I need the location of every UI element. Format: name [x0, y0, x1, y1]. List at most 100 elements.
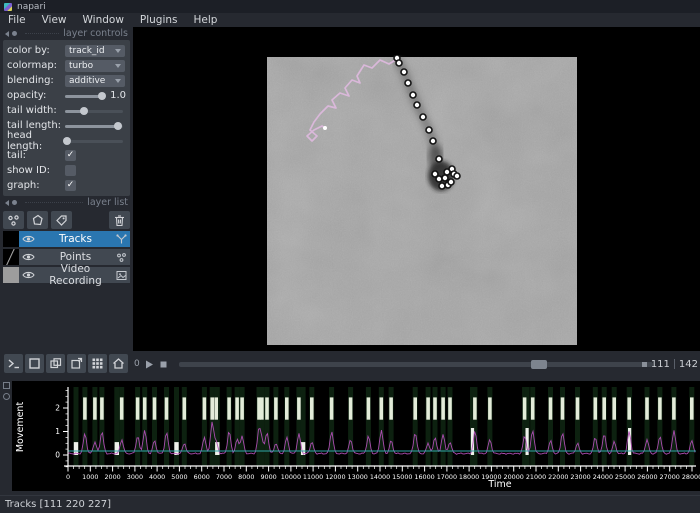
layer-visibility-eye-icon[interactable]	[22, 252, 35, 262]
layer-name: Tracks	[35, 233, 116, 245]
chevron-down-icon	[115, 49, 121, 53]
svg-text:18000: 18000	[459, 473, 479, 481]
ndisplay-2d3d-button[interactable]	[25, 354, 44, 373]
blending-label: blending:	[7, 75, 65, 86]
svg-text:14000: 14000	[370, 473, 390, 481]
napari-logo-icon	[4, 3, 12, 11]
svg-text:28000: 28000	[682, 473, 700, 481]
svg-text:7000: 7000	[216, 473, 232, 481]
frame-counter: 111 142	[642, 351, 698, 377]
colormap-label: colormap:	[7, 60, 65, 71]
layer-visibility-eye-icon[interactable]	[22, 270, 35, 280]
tail-length-slider[interactable]	[65, 121, 123, 131]
roll-dimensions-button[interactable]	[46, 354, 65, 373]
head-length-slider[interactable]	[65, 136, 123, 146]
color-by-dropdown[interactable]: track_id	[65, 45, 125, 57]
status-text: Tracks [111 220 227]	[5, 499, 111, 510]
frame-slider[interactable]	[179, 358, 653, 370]
graph-checkbox[interactable]: ✓	[65, 180, 76, 191]
layer-thumbnail	[3, 267, 19, 283]
opacity-value: 1.0	[110, 90, 126, 101]
new-shapes-layer-button[interactable]	[27, 211, 48, 229]
delete-layer-button[interactable]	[109, 211, 130, 229]
svg-text:21000: 21000	[526, 473, 546, 481]
svg-text:24000: 24000	[593, 473, 613, 481]
show-id-checkbox[interactable]	[65, 165, 76, 176]
svg-text:17000: 17000	[437, 473, 457, 481]
total-frames: 142	[679, 359, 698, 370]
svg-text:15000: 15000	[392, 473, 412, 481]
layer-visibility-eye-icon[interactable]	[22, 234, 35, 244]
frame-step-button[interactable]	[159, 360, 168, 369]
plot-dock: 0100020003000400050006000700080009000100…	[0, 377, 700, 495]
svg-text:5000: 5000	[171, 473, 187, 481]
opacity-label: opacity:	[7, 90, 65, 101]
layer-controls-dock-title: layer controls	[0, 27, 133, 40]
menu-window[interactable]: Window	[75, 14, 132, 26]
plot-dock-float-icon[interactable]	[3, 382, 10, 389]
left-dock-panel: layer controls color by: track_id colorm…	[0, 27, 133, 351]
svg-text:9000: 9000	[260, 473, 276, 481]
titlebar: napari	[0, 0, 700, 13]
chevron-down-icon	[115, 79, 121, 83]
menu-view[interactable]: View	[34, 14, 75, 26]
points-layer-type-icon	[116, 252, 127, 263]
new-labels-layer-button[interactable]	[51, 211, 72, 229]
graph-label: graph:	[7, 180, 65, 191]
menu-file[interactable]: File	[0, 14, 34, 26]
play-button[interactable]	[145, 360, 154, 369]
svg-text:0: 0	[55, 451, 60, 460]
home-reset-view-button[interactable]	[109, 354, 128, 373]
blending-dropdown[interactable]: additive	[65, 75, 125, 87]
svg-text:26000: 26000	[637, 473, 657, 481]
napari-window: napari FileViewWindowPluginsHelp layer c…	[0, 0, 700, 513]
dock-collapse-icon[interactable]	[5, 200, 9, 206]
tail-width-slider[interactable]	[65, 106, 123, 116]
layer-row-tracks[interactable]: Tracks	[3, 231, 130, 247]
current-frame: 111	[651, 359, 670, 370]
colormap-value: turbo	[69, 61, 93, 71]
chevron-down-icon	[115, 64, 121, 68]
dock-float-icon[interactable]	[12, 200, 17, 205]
svg-text:10000: 10000	[281, 473, 301, 481]
frame-slider-handle[interactable]	[531, 360, 547, 369]
tracks-layer-type-icon	[116, 234, 127, 245]
svg-text:3000: 3000	[127, 473, 143, 481]
svg-text:23000: 23000	[570, 473, 590, 481]
svg-text:Movement: Movement	[15, 402, 26, 453]
svg-text:2: 2	[55, 404, 60, 413]
colormap-dropdown[interactable]: turbo	[65, 60, 125, 72]
status-bar: Tracks [111 220 227]	[0, 495, 700, 513]
grid-view-button[interactable]	[88, 354, 107, 373]
dims-axis-label: 0	[134, 359, 140, 369]
plot-dock-close-icon[interactable]	[3, 393, 10, 400]
transpose-dimensions-button[interactable]	[67, 354, 86, 373]
layer-row-video-recording[interactable]: Video Recording	[3, 267, 130, 283]
new-points-layer-button[interactable]	[3, 211, 24, 229]
show-id-label: show ID:	[7, 165, 65, 176]
tail-width-label: tail width:	[7, 105, 65, 116]
plot-dock-titlebar	[0, 377, 12, 495]
svg-text:0: 0	[66, 473, 70, 481]
menu-plugins[interactable]: Plugins	[132, 14, 186, 26]
image-layer-type-icon	[116, 270, 127, 281]
svg-text:8000: 8000	[238, 473, 254, 481]
dock-collapse-icon[interactable]	[5, 31, 9, 37]
opacity-slider[interactable]	[65, 91, 105, 101]
dock-float-icon[interactable]	[12, 31, 17, 36]
console-button[interactable]	[4, 354, 23, 373]
tail-checkbox[interactable]: ✓	[65, 150, 76, 161]
movement-plot: 0100020003000400050006000700080009000100…	[12, 381, 700, 491]
viewer-canvas[interactable]	[133, 27, 700, 351]
svg-text:11000: 11000	[303, 473, 323, 481]
layer-list-title: layer list	[87, 197, 128, 208]
svg-text:1: 1	[55, 427, 60, 436]
menu-help[interactable]: Help	[186, 14, 226, 26]
layer-controls-panel: color by: track_id colormap: turbo blend…	[3, 40, 130, 196]
tail-label: tail:	[7, 150, 65, 161]
frame-marker-icon	[642, 362, 647, 367]
layer-list-buttons	[3, 211, 130, 229]
svg-text:4000: 4000	[149, 473, 165, 481]
layer-thumbnail	[3, 249, 19, 265]
svg-text:6000: 6000	[194, 473, 210, 481]
